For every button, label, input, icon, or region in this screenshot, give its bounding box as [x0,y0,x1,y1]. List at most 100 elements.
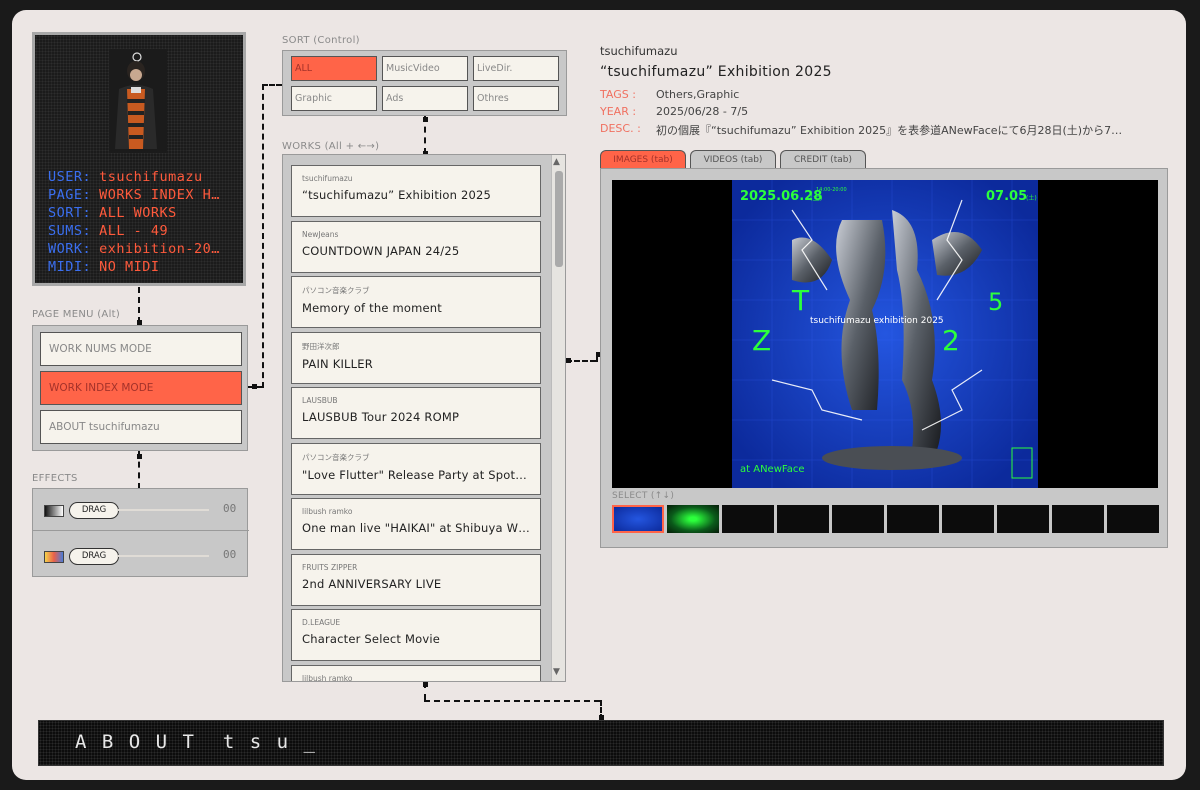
thumbnail[interactable] [942,505,994,533]
work-artist: lilbush ramko [302,507,353,516]
sort-button-graphic[interactable]: Graphic [291,86,377,111]
scroll-down-icon[interactable]: ▼ [553,667,560,677]
detail-tabs: IMAGES (tab) VIDEOS (tab) CREDIT (tab) [600,150,880,168]
sort-button-othres[interactable]: Othres [473,86,559,111]
status-key: SUMS: [48,223,92,239]
sort-panel: ALL MusicVideo LiveDir. Graphic Ads Othr… [282,50,567,116]
thumbnail[interactable] [777,505,829,533]
status-value: exhibition-20… [99,241,220,257]
work-artist: パソコン音楽クラブ [302,452,370,462]
work-title: LAUSBUB Tour 2024 ROMP [302,410,460,424]
thumbnail[interactable] [1052,505,1104,533]
desc-label: DESC. : [600,122,641,135]
tags-label: TAGS : [600,88,636,101]
work-card[interactable]: D.LEAGUE Character Select Movie [291,609,541,661]
desc-value: 初の個展『“tsuchifumazu” Exhibition 2025』を表参道… [656,124,1123,137]
poster-glyph: Z [752,324,771,357]
status-value: WORKS INDEX H… [99,187,220,203]
tab-images[interactable]: IMAGES (tab) [600,150,686,168]
sort-button-ads[interactable]: Ads [382,86,468,111]
thumbnail[interactable] [722,505,774,533]
detail-meta: TAGS : Others,Graphic YEAR : 2025/06/28 … [600,88,1160,138]
scroll-up-icon[interactable]: ▲ [553,157,560,167]
app-frame: USER: tsuchifumazu PAGE: WORKS INDEX H… SORT… [12,10,1186,780]
work-title: Character Select Movie [302,632,440,646]
effect-value: 00 [223,548,237,561]
work-card[interactable]: tsuchifumazu “tsuchifumazu” Exhibition 20… [291,165,541,217]
drag-handle[interactable]: DRAG [69,502,119,519]
about-bar-text: A B O U T t s u _ [75,731,317,753]
work-card[interactable]: lilbush ramko One man live "HAIKAI" at Sh… [291,498,541,550]
menu-item-about[interactable]: ABOUT tsuchifumazu [40,410,242,444]
status-row: SORT: ALL WORKS [48,205,177,221]
tab-credit[interactable]: CREDIT (tab) [780,150,866,168]
poster-date-end-sub: (土) [1026,194,1037,202]
thumbnail[interactable] [612,505,664,533]
connector-dot [566,358,571,363]
drag-handle[interactable]: DRAG [69,548,119,565]
about-bar[interactable]: A B O U T t s u _ [38,720,1164,766]
poster-date-start-sub: (土) [810,193,823,202]
effects-label: EFFECTS [32,473,78,484]
sort-button-musicvideo[interactable]: MusicVideo [382,56,468,81]
works-label: WORKS (All + ←→) [282,141,380,152]
slider-track[interactable] [117,555,209,557]
connector-line [262,84,264,388]
work-card[interactable]: NewJeans COUNTDOWN JAPAN 24/25 [291,220,541,273]
work-title: Memory of the moment [302,301,443,315]
menu-item-work-nums-mode[interactable]: WORK NUMS MODE [40,332,242,366]
status-key: USER: [48,169,92,185]
thumbnail[interactable] [832,505,884,533]
effect-row: DRAG 00 [33,489,249,531]
status-value: ALL WORKS [99,205,177,221]
image-stage: 2025.06.28 (土) 14:00-20:00 07.05 (土) tsu… [612,180,1158,488]
tags-value: Others,Graphic [656,88,740,101]
scrollbar-thumb[interactable] [555,171,563,267]
sort-button-livedir[interactable]: LiveDir. [473,56,559,81]
thumbnail[interactable] [887,505,939,533]
bw-gradient-icon [44,505,64,517]
work-card[interactable]: パソコン音楽クラブ Memory of the moment [291,276,541,328]
thumbnail[interactable] [667,505,719,533]
status-row: MIDI: NO MIDI [48,259,160,275]
works-list[interactable]: tsuchifumazu “tsuchifumazu” Exhibition 20… [282,154,566,682]
effect-row: DRAG 00 [33,535,249,577]
effects-panel: DRAG 00 DRAG 00 [32,488,249,577]
poster-glyph: T [791,284,810,317]
status-row: PAGE: WORKS INDEX H… [48,187,220,203]
work-card[interactable]: LAUSBUB LAUSBUB Tour 2024 ROMP [291,387,541,439]
work-card[interactable]: 野田洋次郎 PAIN KILLER [291,331,541,384]
connector-line [138,287,140,323]
status-value: NO MIDI [99,259,160,275]
status-row: USER: tsuchifumazu [48,169,203,185]
thumbnail[interactable] [997,505,1049,533]
menu-item-work-index-mode[interactable]: WORK INDEX MODE [40,371,242,405]
connector-dot [423,682,428,687]
status-value: ALL - 49 [99,223,169,239]
exhibition-poster-image[interactable]: 2025.06.28 (土) 14:00-20:00 07.05 (土) tsu… [732,180,1038,488]
tab-videos[interactable]: VIDEOS (tab) [690,150,776,168]
detail-artist: tsuchifumazu [600,44,678,58]
work-title: One man live "HAIKAI" at Shibuya WWW X [302,521,530,535]
status-key: WORK: [48,241,92,257]
thumbnail-strip [612,505,1160,535]
poster-title: tsuchifumazu exhibition 2025 [810,316,944,326]
sort-label: SORT (Control) [282,35,360,46]
sort-button-all[interactable]: ALL [291,56,377,81]
work-card[interactable]: パソコン音楽クラブ "Love Flutter" Release Party at… [291,442,541,495]
work-card[interactable]: lilbush ramko [291,664,541,681]
work-artist: NewJeans [302,229,339,239]
scrollbar[interactable]: ▲ ▼ [551,155,565,681]
connector-line [262,84,282,86]
thumbnail[interactable] [1107,505,1159,533]
page-menu-panel: WORK NUMS MODE WORK INDEX MODE ABOUT tsu… [32,325,248,451]
connector-line [424,700,600,702]
work-title: "Love Flutter" Release Party at Spotify … [302,467,530,482]
work-artist: D.LEAGUE [302,618,341,627]
connector-dot [252,384,257,389]
select-label: SELECT (↑↓) [612,491,675,501]
slider-track[interactable] [117,509,209,511]
work-card[interactable]: FRUITS ZIPPER 2nd ANNIVERSARY LIVE [291,553,541,606]
user-avatar [109,49,167,153]
work-title: PAIN KILLER [302,356,373,371]
